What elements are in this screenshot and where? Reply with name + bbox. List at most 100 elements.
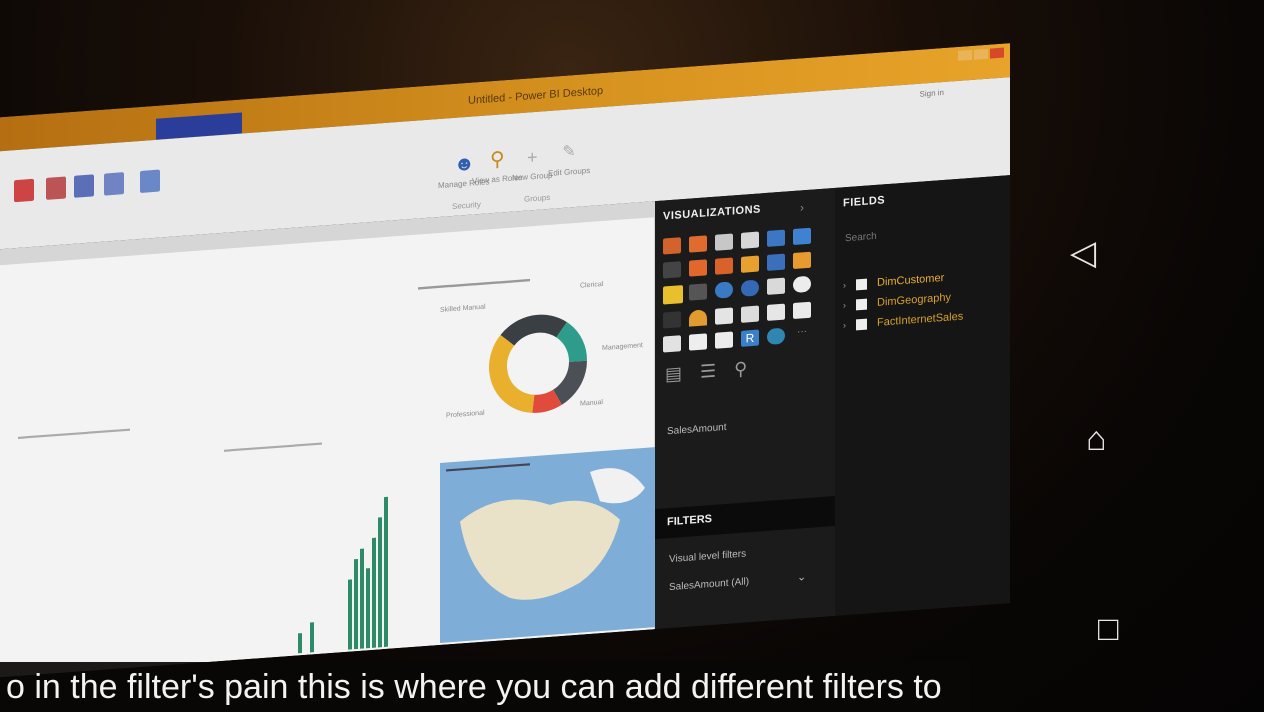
maximize-button[interactable] [974,48,988,60]
column-chart[interactable] [238,455,408,657]
edit-groups-label: Edit Groups [548,165,591,179]
r-script-icon[interactable]: R [741,329,759,347]
donut-chart-title: ▬▬▬▬▬▬▬▬▬▬▬▬▬▬ [418,274,530,292]
table-checkbox[interactable] [856,278,867,290]
percent-column-icon[interactable] [793,227,811,246]
close-button[interactable] [990,47,1004,59]
pie-icon[interactable] [689,283,707,301]
donut-chart[interactable] [480,301,596,426]
globe-icon[interactable] [767,327,785,345]
expand-caret-icon[interactable]: › [843,300,846,310]
waterfall-icon[interactable] [793,251,811,270]
field-table-label: DimCustomer [877,271,945,289]
ribbon-chart-icon[interactable] [767,253,785,271]
fields-well-icon[interactable]: ▤ [665,363,682,385]
chevron-down-icon[interactable]: ⌄ [797,570,806,584]
column-bar[interactable] [310,622,314,653]
visualizations-pane: VISUALIZATIONS › R ··· ▤ ☰ ⚲ SalesAmount… [655,187,835,630]
donut-label-skilled-manual: Skilled Manual [440,303,486,314]
map-land [460,468,645,600]
home-icon[interactable]: ⌂ [1086,422,1107,456]
chart-icon [14,178,34,203]
percent-bar-icon[interactable] [767,229,785,247]
kpi-icon[interactable] [767,303,785,321]
more-visuals-icon[interactable]: ··· [793,326,811,343]
window-title: Untitled - Power BI Desktop [468,84,604,107]
video-caption: o in the filter's pain this is where you… [0,662,970,712]
multirow-card-icon[interactable] [741,305,759,323]
matrix-icon[interactable] [689,333,707,351]
scatter-icon[interactable] [663,285,683,305]
field-table-label: FactInternetSales [877,310,964,329]
fields-header: FIELDS [843,194,886,210]
map-visual[interactable]: ▬▬▬▬▬▬▬▬▬▬▬▬ [440,446,660,643]
report-page[interactable]: ▬▬▬▬▬▬▬▬▬▬▬▬▬▬ Skilled Manual Clerical M… [0,217,660,678]
security-section-label: Security [452,199,481,212]
treemap-icon[interactable] [741,279,759,297]
sign-in-link[interactable]: Sign in [920,88,944,99]
donut-icon[interactable] [715,281,733,299]
field-table-dimgeography[interactable]: › DimGeography [843,291,951,311]
column-bar[interactable] [298,633,302,654]
ribbon-button-2[interactable] [46,176,66,200]
back-icon[interactable]: ◁ [1070,236,1096,270]
value-field-chip[interactable]: SalesAmount [667,422,726,437]
column-chart-title: ▬▬▬▬▬▬▬▬▬▬▬▬▬▬ [224,439,322,454]
column-bar[interactable] [360,548,364,649]
column-bar[interactable] [378,517,382,648]
sales-amount-filter[interactable]: SalesAmount (All) [669,576,749,593]
expand-caret-icon[interactable]: › [843,280,846,290]
funnel-icon[interactable] [663,311,681,329]
ribbon-button-1[interactable] [14,178,34,203]
column-bar[interactable] [354,558,358,650]
pane-tool-tabs: ▤ ☰ ⚲ [665,358,747,385]
expand-caret-icon[interactable]: › [843,320,846,330]
stacked-bar-icon[interactable] [663,237,681,255]
clustered-bar-icon[interactable] [715,233,733,251]
ribbon-button-4[interactable] [104,172,124,196]
stacked-area-icon[interactable] [715,257,733,275]
visualizations-header: VISUALIZATIONS [663,203,761,223]
minimize-button[interactable] [958,49,972,61]
donut-label-manual: Manual [580,398,603,408]
users-icon: ☻ [453,152,475,176]
line-column-icon[interactable] [741,255,759,273]
ribbon-button-3[interactable] [74,174,94,198]
table-checkbox[interactable] [856,318,867,330]
fields-search-input[interactable]: Search [845,231,877,244]
format-paint-icon[interactable]: ☰ [700,361,716,383]
report-icon [46,176,66,200]
analytics-icon[interactable]: ⚲ [734,358,747,380]
field-table-dimcustomer[interactable]: › DimCustomer [843,272,944,291]
card-icon[interactable] [715,307,733,325]
donut-label-clerical: Clerical [580,280,604,290]
column-bar[interactable] [348,579,352,650]
table-visual-title: ▬▬▬▬▬▬▬▬▬▬▬▬▬▬▬▬ [18,425,130,441]
expand-arrow-icon[interactable]: › [800,200,804,214]
column-bar[interactable] [384,496,388,648]
report-canvas[interactable]: ▬▬▬▬▬▬▬▬▬▬▬▬▬▬ Skilled Manual Clerical M… [0,201,660,678]
column-bar[interactable] [366,568,370,649]
column-bar[interactable] [372,537,376,648]
table-checkbox[interactable] [856,298,867,310]
r-visual-icon[interactable] [715,331,733,349]
shapes-icon [140,169,160,193]
donut-label-professional: Professional [446,409,485,420]
page-icon [74,174,94,198]
ribbon-button-5[interactable] [140,169,160,193]
clustered-column-icon[interactable] [741,231,759,249]
edit-groups-button[interactable]: ✎ Edit Groups [548,140,590,178]
area-chart-icon[interactable] [689,259,707,277]
line-chart-icon[interactable] [663,261,681,279]
recents-icon[interactable]: □ [1098,612,1119,646]
field-table-factinternetsales[interactable]: › FactInternetSales [843,311,963,332]
view-roles-icon: ⚲ [489,148,505,172]
new-group-button[interactable]: + New Group [512,145,552,183]
stacked-column-icon[interactable] [689,235,707,253]
slicer-icon[interactable] [793,301,811,320]
filled-map-icon[interactable] [793,275,811,294]
map-icon[interactable] [767,277,785,295]
gauge-icon[interactable] [689,309,707,327]
groups-section-label: Groups [524,192,551,204]
table-icon[interactable] [663,335,681,353]
